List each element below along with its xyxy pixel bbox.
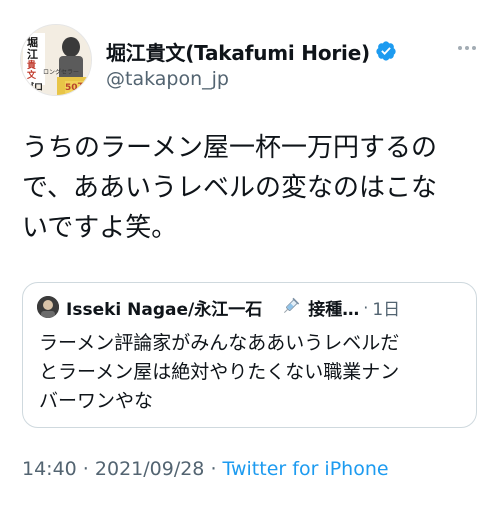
verified-badge-icon	[376, 41, 396, 61]
quoted-text-line: とラーメン屋は絶対やりたくない職業ナン	[39, 361, 400, 383]
tweet-card: 堀江 貴文 ゼロ ロングセラー 50万部 堀江貴文(Takafumi Horie…	[0, 0, 500, 516]
author-display-name[interactable]: 堀江貴文(Takafumi Horie)	[106, 37, 370, 66]
author-name-row: 堀江貴文(Takafumi Horie)	[106, 36, 397, 66]
tweet-source-link[interactable]: Twitter for iPhone	[223, 458, 389, 480]
avatar-title-3: ゼロ	[25, 83, 44, 93]
quoted-author-avatar	[37, 296, 59, 318]
quoted-tweet[interactable]: Isseki Nagae/永江一石 接種… · 1日 ラーメン評論家がみんなああ…	[22, 282, 477, 428]
tweet-text-line: うちのラーメン屋一杯一万円するの	[22, 133, 437, 163]
quoted-avatar-image	[37, 296, 59, 318]
quoted-tweet-text: ラーメン評論家がみんなああいうレベルだ とラーメン屋は絶対やりたくない職業ナン …	[39, 329, 464, 416]
quoted-author-name: Isseki Nagae/永江一石	[66, 299, 263, 320]
avatar-title-2: 貴文	[27, 61, 37, 81]
meta-separator: ·	[76, 458, 95, 480]
quoted-tweet-time: 1日	[372, 299, 401, 320]
tweet-date[interactable]: 2021/09/28	[95, 458, 205, 480]
tweet-text-line: いですよ笑。	[22, 213, 178, 243]
quoted-text-line: バーワンやな	[39, 390, 154, 412]
quoted-text-line: ラーメン評論家がみんなああいうレベルだ	[39, 332, 400, 354]
more-dot	[458, 46, 462, 50]
syringe-icon	[284, 297, 300, 314]
tweet-meta: 14:40 · 2021/09/28 · Twitter for iPhone	[22, 458, 389, 480]
more-icon[interactable]	[452, 36, 482, 60]
meta-separator: ·	[204, 458, 223, 480]
tweet-text: うちのラーメン屋一杯一万円するの で、ああいうレベルの変なのはこな いですよ笑。	[22, 128, 482, 248]
more-dot	[465, 46, 469, 50]
avatar-sales-badge: 50万部	[65, 83, 91, 93]
tweet-text-line: で、ああいうレベルの変なのはこな	[22, 173, 437, 203]
more-dot	[472, 46, 476, 50]
tweet-time[interactable]: 14:40	[22, 458, 77, 480]
author-avatar[interactable]: 堀江 貴文 ゼロ ロングセラー 50万部	[20, 24, 92, 96]
author-handle[interactable]: @takapon_jp	[106, 68, 229, 90]
quoted-tweet-header: Isseki Nagae/永江一石 接種… · 1日	[37, 295, 462, 320]
avatar-tagline: ロングセラー	[43, 69, 80, 76]
avatar-title: 堀江	[27, 36, 38, 61]
quoted-author-name-suffix: 接種…	[308, 299, 360, 320]
quoted-separator: ·	[363, 297, 369, 317]
